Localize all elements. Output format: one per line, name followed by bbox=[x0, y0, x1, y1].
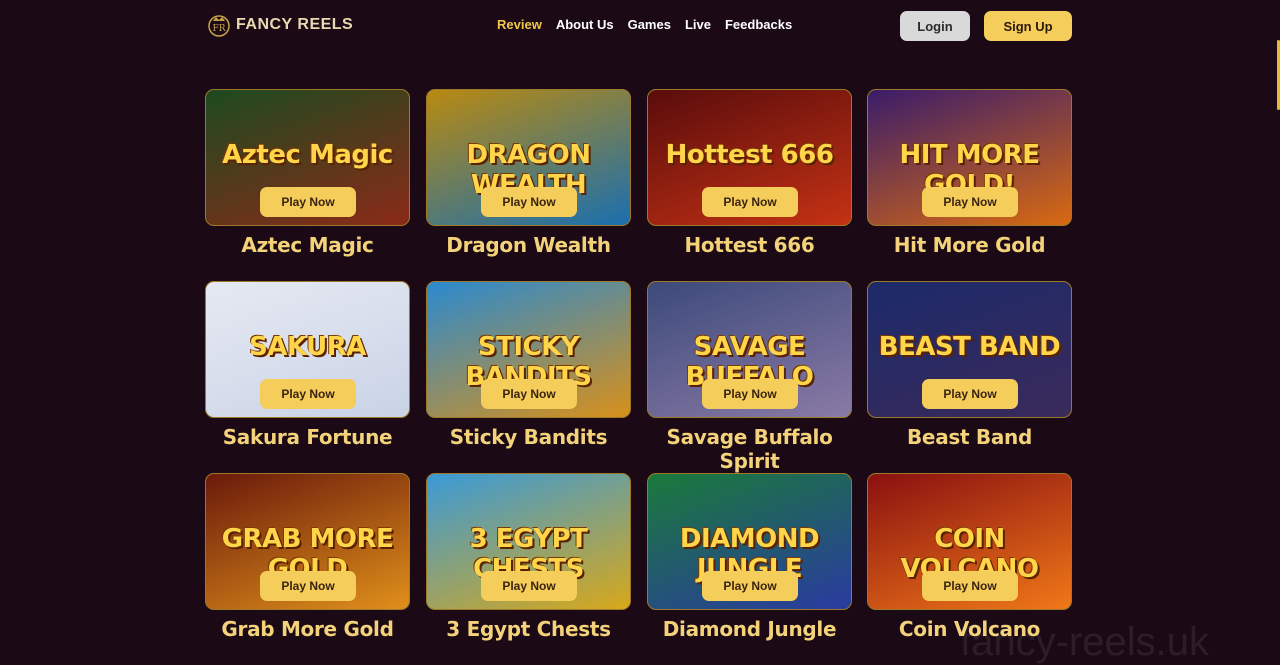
nav-item-review[interactable]: Review bbox=[497, 17, 542, 32]
game-card-hottest-666[interactable]: Hottest 666 Play Now Hottest 666 bbox=[647, 89, 852, 257]
game-thumbnail[interactable]: Aztec Magic Play Now bbox=[205, 89, 410, 226]
game-card-sticky-bandits[interactable]: STICKY BANDITS Play Now Sticky Bandits bbox=[426, 281, 631, 449]
game-thumbnail[interactable]: GRAB MORE GOLD Play Now bbox=[205, 473, 410, 610]
play-now-button[interactable]: Play Now bbox=[481, 187, 577, 217]
game-card-coin-volcano[interactable]: COIN VOLCANO Play Now Coin Volcano bbox=[867, 473, 1072, 641]
game-name[interactable]: 3 Egypt Chests bbox=[426, 617, 631, 641]
game-thumbnail[interactable]: HIT MORE GOLD! Play Now bbox=[867, 89, 1072, 226]
game-name[interactable]: Sakura Fortune bbox=[205, 425, 410, 449]
thumbnail-title: Hottest 666 bbox=[665, 140, 834, 170]
game-name[interactable]: Aztec Magic bbox=[205, 233, 410, 257]
game-card-3-egypt-chests[interactable]: 3 EGYPT CHESTS Play Now 3 Egypt Chests bbox=[426, 473, 631, 641]
nav-item-about-us[interactable]: About Us bbox=[556, 17, 614, 32]
game-thumbnail[interactable]: STICKY BANDITS Play Now bbox=[426, 281, 631, 418]
game-name[interactable]: Hottest 666 bbox=[647, 233, 852, 257]
login-button[interactable]: Login bbox=[900, 11, 970, 41]
game-name[interactable]: Sticky Bandits bbox=[426, 425, 631, 449]
play-now-button[interactable]: Play Now bbox=[922, 379, 1018, 409]
play-now-button[interactable]: Play Now bbox=[702, 187, 798, 217]
game-card-sakura-fortune[interactable]: SAKURA Play Now Sakura Fortune bbox=[205, 281, 410, 449]
play-now-button[interactable]: Play Now bbox=[481, 571, 577, 601]
game-thumbnail[interactable]: BEAST BAND Play Now bbox=[867, 281, 1072, 418]
logo[interactable]: FR FANCY REELS bbox=[206, 9, 353, 41]
svg-text:FR: FR bbox=[212, 24, 225, 34]
game-card-dragon-wealth[interactable]: DRAGON WEALTH Play Now Dragon Wealth bbox=[426, 89, 631, 257]
game-card-aztec-magic[interactable]: Aztec Magic Play Now Aztec Magic bbox=[205, 89, 410, 257]
play-now-button[interactable]: Play Now bbox=[922, 571, 1018, 601]
game-card-diamond-jungle[interactable]: DIAMOND JUNGLE Play Now Diamond Jungle bbox=[647, 473, 852, 641]
game-thumbnail[interactable]: 3 EGYPT CHESTS Play Now bbox=[426, 473, 631, 610]
game-card-savage-buffalo-spirit[interactable]: SAVAGE BUFFALO Play Now Savage Buffalo S… bbox=[647, 281, 852, 473]
play-now-button[interactable]: Play Now bbox=[702, 571, 798, 601]
nav-item-games[interactable]: Games bbox=[628, 17, 671, 32]
play-now-button[interactable]: Play Now bbox=[260, 187, 356, 217]
nav-item-live[interactable]: Live bbox=[685, 17, 711, 32]
game-name[interactable]: Grab More Gold bbox=[205, 617, 410, 641]
sign-up-button[interactable]: Sign Up bbox=[984, 11, 1072, 41]
game-thumbnail[interactable]: DRAGON WEALTH Play Now bbox=[426, 89, 631, 226]
play-now-button[interactable]: Play Now bbox=[702, 379, 798, 409]
play-now-button[interactable]: Play Now bbox=[922, 187, 1018, 217]
main-nav: Review About Us Games Live Feedbacks bbox=[497, 17, 792, 32]
crown-logo-icon: FR bbox=[208, 15, 230, 37]
game-thumbnail[interactable]: Hottest 666 Play Now bbox=[647, 89, 852, 226]
game-card-hit-more-gold[interactable]: HIT MORE GOLD! Play Now Hit More Gold bbox=[867, 89, 1072, 257]
watermark: fancy-reels.uk bbox=[960, 620, 1209, 664]
nav-item-feedbacks[interactable]: Feedbacks bbox=[725, 17, 792, 32]
play-now-button[interactable]: Play Now bbox=[481, 379, 577, 409]
thumbnail-title: BEAST BAND bbox=[878, 332, 1061, 362]
thumbnail-title: Aztec Magic bbox=[222, 140, 393, 170]
game-name[interactable]: Diamond Jungle bbox=[647, 617, 852, 641]
game-name[interactable]: Hit More Gold bbox=[867, 233, 1072, 257]
play-now-button[interactable]: Play Now bbox=[260, 571, 356, 601]
game-name[interactable]: Dragon Wealth bbox=[426, 233, 631, 257]
game-thumbnail[interactable]: SAKURA Play Now bbox=[205, 281, 410, 418]
game-name[interactable]: Savage Buffalo Spirit bbox=[647, 425, 852, 473]
thumbnail-title: SAKURA bbox=[249, 332, 366, 362]
site-header: FR FANCY REELS Review About Us Games Liv… bbox=[0, 0, 1280, 52]
game-card-grab-more-gold[interactable]: GRAB MORE GOLD Play Now Grab More Gold bbox=[205, 473, 410, 641]
game-card-beast-band[interactable]: BEAST BAND Play Now Beast Band bbox=[867, 281, 1072, 449]
game-thumbnail[interactable]: COIN VOLCANO Play Now bbox=[867, 473, 1072, 610]
logo-text: FANCY REELS bbox=[236, 16, 354, 33]
play-now-button[interactable]: Play Now bbox=[260, 379, 356, 409]
game-thumbnail[interactable]: DIAMOND JUNGLE Play Now bbox=[647, 473, 852, 610]
game-thumbnail[interactable]: SAVAGE BUFFALO Play Now bbox=[647, 281, 852, 418]
game-name[interactable]: Beast Band bbox=[867, 425, 1072, 449]
